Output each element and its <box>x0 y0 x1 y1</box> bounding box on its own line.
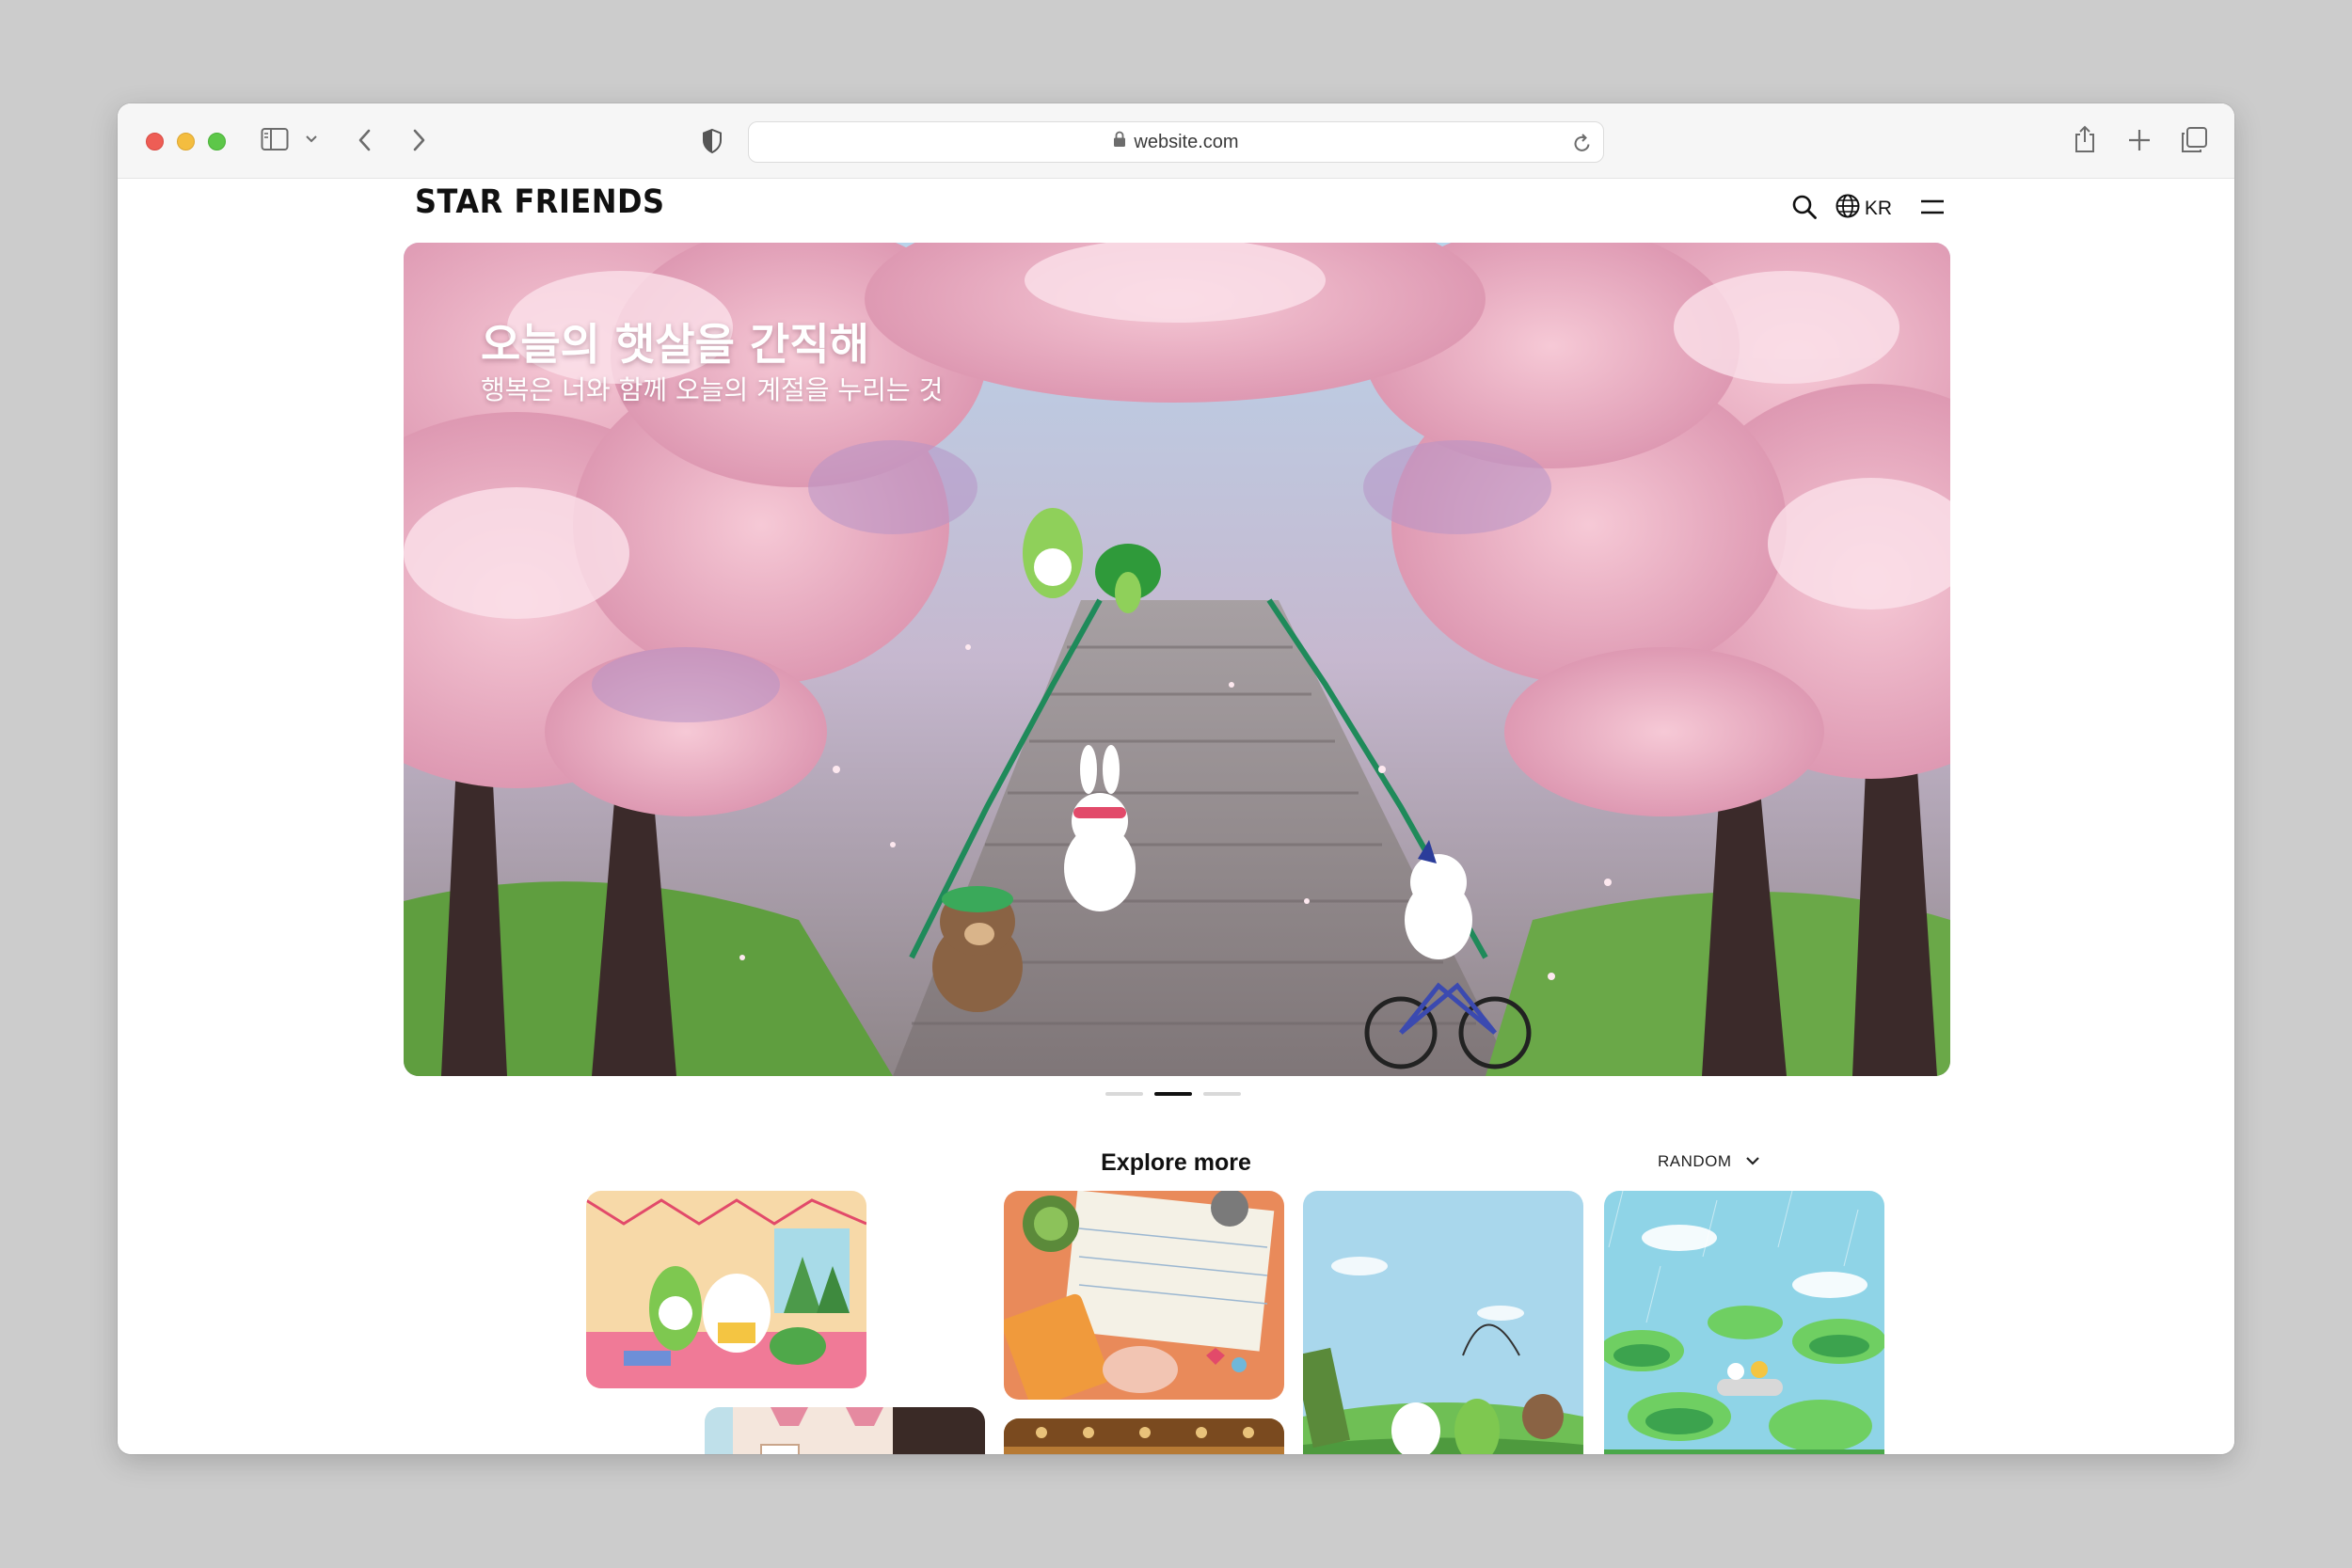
carousel-dot-1[interactable] <box>1105 1092 1143 1096</box>
forward-icon[interactable] <box>411 128 426 152</box>
sort-dropdown[interactable]: RANDOM <box>1658 1152 1760 1171</box>
card-cafe[interactable] <box>705 1407 985 1454</box>
carousel-dot-3[interactable] <box>1203 1092 1241 1096</box>
site-logo[interactable]: STAR FRIENDS <box>415 185 665 218</box>
search-icon[interactable] <box>1791 194 1818 225</box>
chevron-down-icon[interactable] <box>305 135 318 144</box>
address-bar[interactable]: website.com <box>748 121 1604 163</box>
url-text: website.com <box>1134 131 1239 152</box>
card-diary-desk[interactable] <box>1004 1191 1284 1400</box>
close-window-button[interactable] <box>146 133 164 150</box>
sidebar-icon[interactable] <box>261 127 289 151</box>
carousel-indicators <box>1105 1092 1241 1096</box>
new-tab-icon[interactable] <box>2127 128 2152 152</box>
hero-subtitle: 행복은 너와 함께 오늘의 계절을 누리는 것 <box>481 374 944 405</box>
hero-banner[interactable]: 오늘의 햇살을 간직해 행복은 너와 함께 오늘의 계절을 누리는 것 <box>404 243 1950 1076</box>
share-icon[interactable] <box>2073 124 2097 154</box>
tabs-icon[interactable] <box>2180 126 2208 154</box>
sort-label: RANDOM <box>1658 1152 1732 1170</box>
reload-icon[interactable] <box>1573 133 1592 158</box>
menu-icon[interactable] <box>1920 197 1945 222</box>
language-switcher[interactable]: KR <box>1835 193 1892 225</box>
site-nav: KR <box>1791 193 1945 225</box>
hero-title: 오늘의 햇살을 간직해 <box>481 319 869 370</box>
minimize-window-button[interactable] <box>177 133 195 150</box>
card-rain-lotus[interactable] <box>1604 1191 1884 1454</box>
back-icon[interactable] <box>358 128 373 152</box>
browser-window: website.com STAR FRIENDS KR 오늘의 햇살을 간직해 … <box>118 103 2234 1454</box>
lock-icon <box>1113 131 1126 153</box>
card-golf-field[interactable] <box>1303 1191 1583 1454</box>
carousel-dot-2[interactable] <box>1154 1092 1192 1096</box>
page-content: STAR FRIENDS KR 오늘의 햇살을 간직해 행복은 너와 함께 오늘… <box>118 179 2234 1454</box>
explore-title: Explore more <box>1101 1149 1251 1176</box>
globe-icon <box>1835 193 1861 225</box>
zoom-window-button[interactable] <box>208 133 226 150</box>
shield-icon[interactable] <box>701 128 723 154</box>
language-label: KR <box>1864 198 1892 219</box>
card-reading-room[interactable] <box>586 1191 866 1388</box>
card-antique[interactable] <box>1004 1418 1284 1454</box>
browser-toolbar: website.com <box>118 103 2234 179</box>
chevron-down-icon <box>1745 1152 1760 1171</box>
